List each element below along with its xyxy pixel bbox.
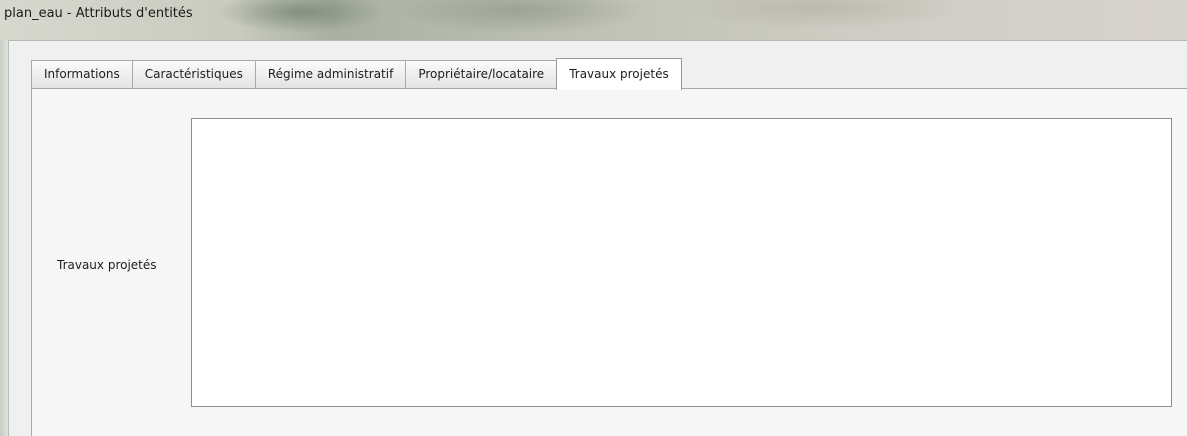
window-title: plan_eau - Attributs d'entités: [4, 6, 193, 21]
tab-travaux-projetes[interactable]: Travaux projetés: [556, 58, 682, 90]
tab-bar: Informations Caractéristiques Régime adm…: [31, 57, 682, 90]
title-bar[interactable]: plan_eau - Attributs d'entités: [0, 0, 1187, 41]
attribute-form-window: plan_eau - Attributs d'entités Informati…: [0, 0, 1187, 436]
travaux-projetes-textarea[interactable]: [191, 118, 1172, 407]
tab-regime-administratif[interactable]: Régime administratif: [254, 60, 407, 89]
travaux-projetes-label: Travaux projetés: [57, 258, 157, 272]
window-left-frame: [0, 40, 9, 436]
tab-informations[interactable]: Informations: [31, 60, 133, 89]
tab-proprietaire-locataire[interactable]: Propriétaire/locataire: [405, 60, 558, 89]
tab-caracteristiques[interactable]: Caractéristiques: [131, 60, 256, 89]
